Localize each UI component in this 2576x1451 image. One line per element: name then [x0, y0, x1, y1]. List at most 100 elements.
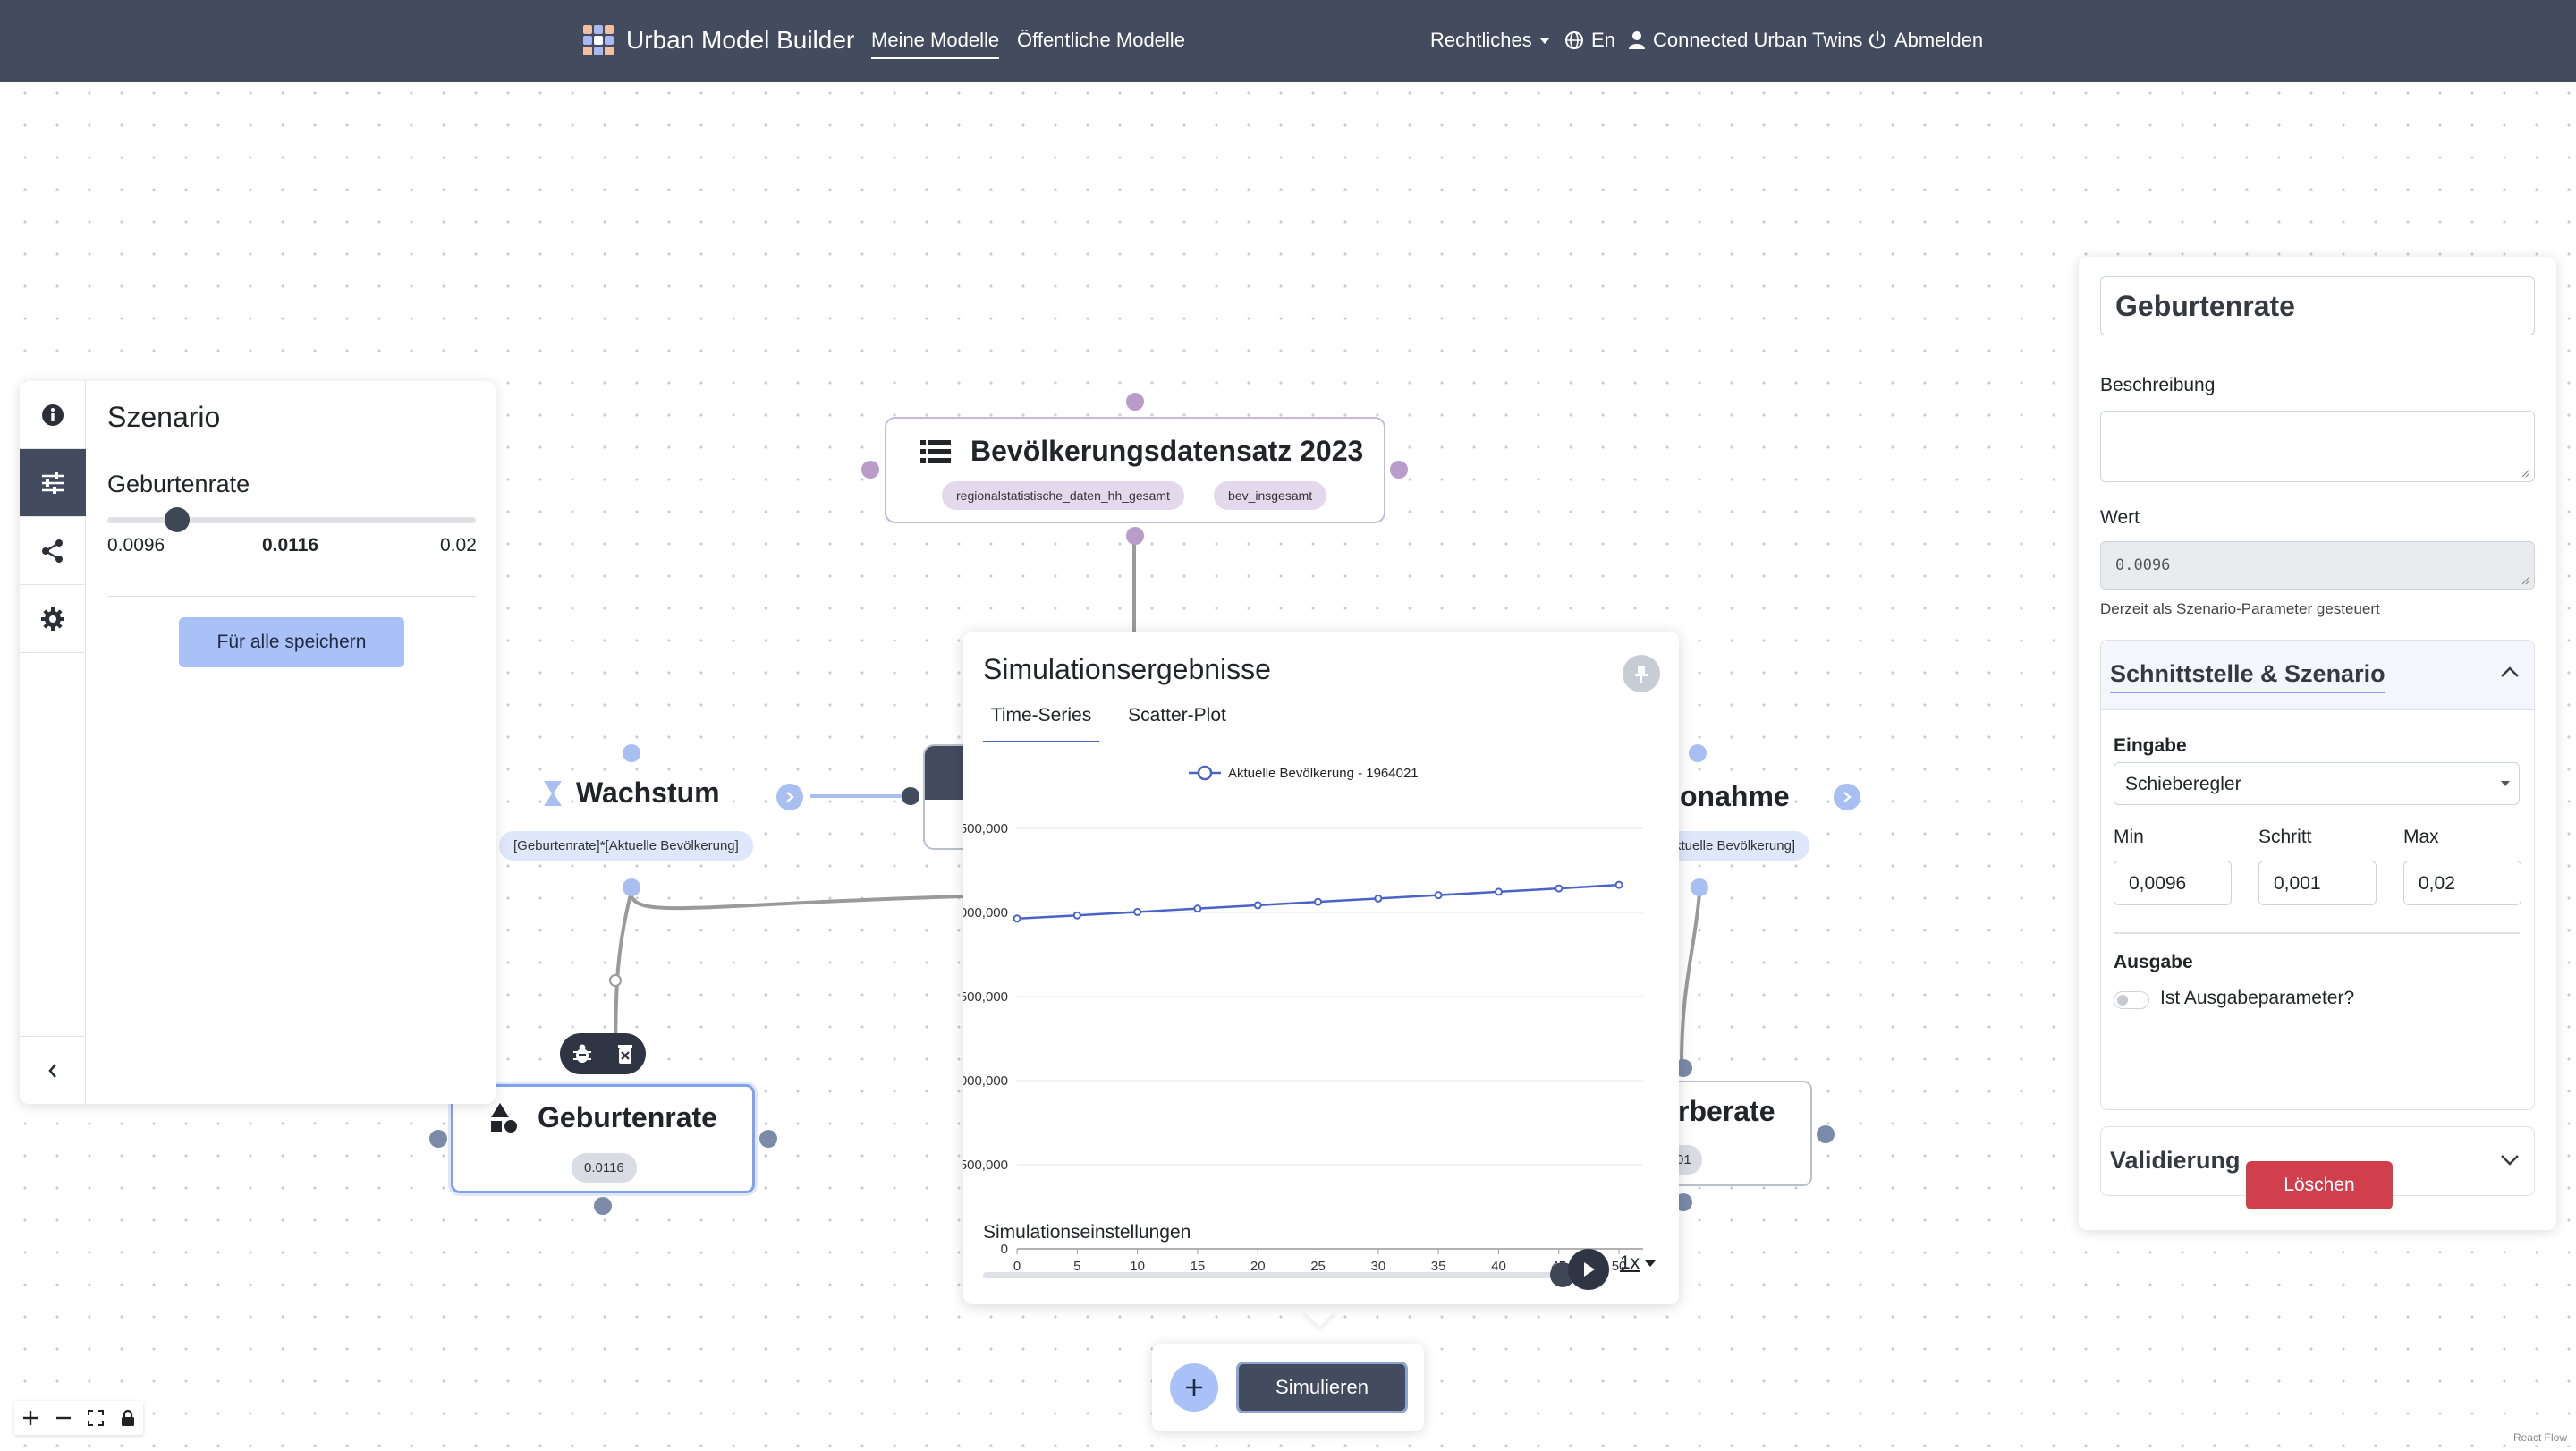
value-hint: Derzeit als Szenario-Parameter gesteuert: [2100, 600, 2380, 617]
node-birthrate-title: Geburtenrate: [538, 1101, 717, 1133]
scenario-title: Szenario: [107, 401, 221, 433]
output-toggle-switch[interactable]: [2114, 991, 2149, 1009]
properties-panel: Geburtenrate Beschreibung Wert 0.0096 De…: [2079, 257, 2556, 1230]
scenario-param-name: Geburtenrate: [107, 471, 250, 497]
data-point: [1614, 880, 1623, 889]
simulation-settings-label: Simulationseinstellungen: [983, 1222, 1191, 1243]
time-series-chart: Aktuelle Bevölkerung - 1964021 0 500,000,…: [963, 765, 1643, 1274]
dataset-handle-right[interactable]: [1390, 461, 1408, 479]
rail-share-button[interactable]: [20, 517, 86, 585]
rail-info-button[interactable]: [20, 381, 86, 449]
speed-dropdown[interactable]: 1x: [1620, 1252, 1657, 1274]
value-textarea[interactable]: 0.0096: [2100, 541, 2535, 590]
data-point: [1555, 884, 1563, 893]
decline-handle-top[interactable]: [1689, 744, 1707, 762]
growth-formula-chip: [Geburtenrate]*[Aktuelle Bevölkerung]: [499, 831, 753, 861]
y-tick-label: 2,500,000: [963, 821, 1008, 836]
node-dataset[interactable]: Bevölkerungsdatensatz 2023 regionalstati…: [885, 417, 1385, 523]
min-label: Min: [2114, 827, 2144, 847]
plus-icon: [1186, 1379, 1202, 1396]
chart-series: [1013, 880, 1623, 923]
simulation-results-panel: Simulationsergebnisse Time-Series Scatte…: [963, 632, 1679, 1304]
max-label: Max: [2403, 827, 2439, 847]
fit-view-icon[interactable]: [87, 1409, 105, 1427]
rail-settings-button[interactable]: [20, 585, 86, 653]
data-point: [1193, 904, 1202, 913]
dataset-chip-column: bev_insgesamt: [1214, 481, 1327, 510]
dataset-handle-bottom[interactable]: [1126, 527, 1144, 545]
growth-handle-top[interactable]: [623, 744, 640, 762]
debug-bug-icon[interactable]: [572, 1043, 593, 1065]
birthrate-handle-left[interactable]: [429, 1130, 447, 1148]
birthrate-value-chip: 0.0116: [572, 1153, 637, 1183]
data-point: [1072, 911, 1081, 920]
chart-y-axis: 0 500,000 ,000,000 ,500,000 2,000,000 2,500,0…: [963, 821, 1008, 1257]
zoom-in-icon[interactable]: [21, 1409, 39, 1427]
dataset-handle-top[interactable]: [1126, 393, 1144, 411]
delete-trash-icon[interactable]: [616, 1043, 634, 1065]
scenario-min-label: 0.0096: [107, 535, 165, 556]
chart-legend[interactable]: Aktuelle Bevölkerung - 1964021: [1189, 765, 1419, 781]
decline-output-chevron-icon[interactable]: [1834, 784, 1860, 810]
birthrate-handle-bottom[interactable]: [594, 1197, 612, 1215]
panel-rail: [20, 381, 86, 1104]
sliders-icon: [42, 471, 64, 494]
scenario-divider: [107, 596, 476, 597]
input-type-select[interactable]: Schieberegler: [2114, 762, 2520, 805]
step-label: Schritt: [2258, 827, 2312, 847]
dataset-handle-left[interactable]: [861, 461, 879, 479]
description-textarea[interactable]: [2100, 411, 2535, 482]
gear-icon: [41, 607, 64, 631]
description-label: Beschreibung: [2100, 375, 2216, 395]
add-node-button[interactable]: [1170, 1363, 1218, 1412]
node-decline-title: onahme: [1680, 780, 1790, 812]
play-icon: [1584, 1262, 1595, 1277]
decline-handle-bottom[interactable]: [1690, 878, 1708, 896]
y-tick-label: ,000,000: [963, 1073, 1008, 1089]
resize-grip-icon: [2521, 576, 2530, 585]
interface-accordion: Schnittstelle & Szenario Eingabe Schiebe…: [2100, 640, 2535, 1110]
chevron-up-icon: [2501, 666, 2519, 677]
step-input[interactable]: 0,001: [2258, 861, 2377, 905]
data-point: [1013, 914, 1021, 923]
zoom-out-icon[interactable]: [55, 1409, 72, 1427]
max-input[interactable]: 0,02: [2403, 861, 2521, 905]
scenario-slider-thumb[interactable]: [165, 507, 191, 532]
react-flow-attribution[interactable]: React Flow: [2509, 1430, 2571, 1446]
dataset-chip-source: regionalstatistische_daten_hh_gesamt: [942, 481, 1184, 510]
decline-formula-chip: ktuelle Bevölkerung]: [1665, 831, 1810, 861]
simulation-progress-track[interactable]: [983, 1262, 1575, 1287]
section-divider: [2114, 932, 2520, 934]
birthrate-handle-right[interactable]: [759, 1130, 777, 1148]
pin-icon: [1635, 666, 1648, 683]
flow-controls: [14, 1401, 143, 1435]
scenario-slider-track[interactable]: [107, 507, 476, 532]
simulate-button[interactable]: Simulieren: [1236, 1362, 1408, 1413]
pin-button[interactable]: [1623, 655, 1660, 692]
speed-value: 1x: [1620, 1252, 1640, 1273]
node-birthrate[interactable]: Geburtenrate 0.0116: [451, 1084, 755, 1193]
caret-down-icon: [1645, 1260, 1657, 1267]
info-icon: [42, 403, 64, 426]
play-button[interactable]: [1568, 1249, 1609, 1290]
input-label: Eingabe: [2114, 735, 2187, 756]
rail-scenario-button[interactable]: [20, 449, 86, 517]
min-input[interactable]: 0,0096: [2114, 861, 2232, 905]
output-label: Ausgabe: [2114, 952, 2193, 972]
collapse-panel-button[interactable]: [20, 1036, 86, 1104]
lock-icon[interactable]: [120, 1409, 136, 1427]
node-growth-title: Wachstum: [576, 776, 720, 809]
tab-time-series[interactable]: Time-Series: [983, 705, 1099, 742]
legend-marker: [1197, 765, 1213, 781]
tab-scatter-plot[interactable]: Scatter-Plot: [1119, 705, 1235, 742]
y-tick-label: 0: [1001, 1242, 1008, 1257]
interface-accordion-header[interactable]: Schnittstelle & Szenario: [2101, 641, 2534, 710]
growth-handle-bottom[interactable]: [623, 878, 640, 896]
node-growth[interactable]: Wachstum: [542, 776, 720, 810]
save-for-all-button[interactable]: Für alle speichern: [179, 617, 404, 667]
scenario-current-value: 0.0116: [262, 535, 319, 556]
delete-button[interactable]: Löschen: [2246, 1161, 2393, 1209]
growth-output-chevron-icon[interactable]: [776, 784, 803, 810]
deathrate-handle-right[interactable]: [1817, 1125, 1835, 1143]
name-input[interactable]: Geburtenrate: [2100, 276, 2535, 335]
